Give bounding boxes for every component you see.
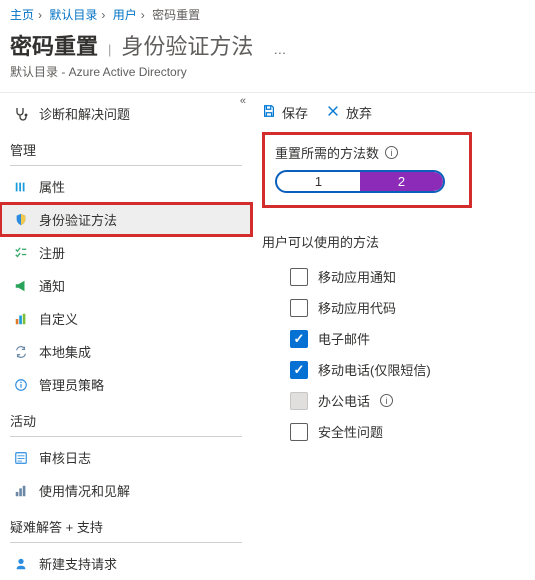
sync-icon <box>13 344 29 360</box>
section-activity: 活动 <box>0 401 252 434</box>
sidebar-item-label: 审核日志 <box>39 448 91 467</box>
method-row-app-notification[interactable]: 移动应用通知 <box>262 261 525 292</box>
sidebar-item-label: 注册 <box>39 243 65 262</box>
sidebar-item-auth-methods[interactable]: 身份验证方法 <box>0 203 252 236</box>
sidebar-item-label: 本地集成 <box>39 342 91 361</box>
crumb-dir[interactable]: 默认目录 <box>49 8 97 22</box>
sidebar-item-notifications[interactable]: 通知 <box>0 269 252 302</box>
stethoscope-icon <box>13 106 29 122</box>
sidebar-item-support[interactable]: 新建支持请求 <box>0 547 252 580</box>
save-icon <box>262 104 276 121</box>
section-manage: 管理 <box>0 130 252 163</box>
sidebar-item-label: 通知 <box>39 276 65 295</box>
sidebar-item-label: 属性 <box>39 177 65 196</box>
more-button[interactable]: … <box>273 42 286 57</box>
sidebar-item-label: 使用情况和见解 <box>39 481 130 500</box>
sidebar-item-label: 身份验证方法 <box>39 210 117 229</box>
sidebar-item-registration[interactable]: 注册 <box>0 236 252 269</box>
support-icon <box>13 556 29 572</box>
section-support: 疑难解答 + 支持 <box>0 507 252 540</box>
checklist-icon <box>13 245 29 261</box>
sidebar-item-customization[interactable]: 自定义 <box>0 302 252 335</box>
methods-option-1[interactable]: 1 <box>277 172 360 191</box>
crumb-home[interactable]: 主页 <box>10 8 34 22</box>
page-title: 密码重置 <box>10 29 98 61</box>
close-icon <box>326 104 340 121</box>
method-row-mobile[interactable]: 移动电话(仅限短信) <box>262 354 525 385</box>
sidebar-item-admin-policy[interactable]: 管理员策略 <box>0 368 252 401</box>
methods-option-2[interactable]: 2 <box>360 172 443 191</box>
methods-required-box: 重置所需的方法数 i 1 2 <box>262 132 472 208</box>
method-label: 办公电话 <box>318 391 370 410</box>
crumb-current: 密码重置 <box>152 8 200 22</box>
command-bar: 保存 放弃 <box>262 99 525 132</box>
sidebar: « 诊断和解决问题 管理 属性 身份验证方法 注册 <box>0 92 252 580</box>
method-label: 安全性问题 <box>318 422 383 441</box>
checkbox[interactable] <box>290 361 308 379</box>
sidebar-item-usage[interactable]: 使用情况和见解 <box>0 474 252 507</box>
method-row-security-questions[interactable]: 安全性问题 <box>262 416 525 447</box>
sidebar-item-onprem[interactable]: 本地集成 <box>0 335 252 368</box>
method-row-app-code[interactable]: 移动应用代码 <box>262 292 525 323</box>
sidebar-item-diagnose[interactable]: 诊断和解决问题 <box>0 97 252 130</box>
method-row-office-phone[interactable]: 办公电话 i <box>262 385 525 416</box>
sidebar-item-label: 诊断和解决问题 <box>39 104 130 123</box>
properties-icon <box>13 179 29 195</box>
save-label: 保存 <box>282 103 308 122</box>
sidebar-item-properties[interactable]: 属性 <box>0 170 252 203</box>
bars-icon <box>13 311 29 327</box>
shield-icon <box>13 212 29 228</box>
sidebar-item-label: 新建支持请求 <box>39 554 117 573</box>
methods-label: 重置所需的方法数 <box>275 143 379 162</box>
checkbox[interactable] <box>290 330 308 348</box>
checkbox[interactable] <box>290 268 308 286</box>
method-label: 移动应用通知 <box>318 267 396 286</box>
tenant-label: 默认目录 - Azure Active Directory <box>10 63 525 80</box>
checkbox[interactable] <box>290 299 308 317</box>
method-label: 电子邮件 <box>318 329 370 348</box>
insights-icon <box>13 483 29 499</box>
method-label: 移动应用代码 <box>318 298 396 317</box>
page-subtitle: 身份验证方法 <box>121 29 253 61</box>
discard-label: 放弃 <box>346 103 372 122</box>
method-row-email[interactable]: 电子邮件 <box>262 323 525 354</box>
method-label: 移动电话(仅限短信) <box>318 360 431 379</box>
info-icon <box>13 377 29 393</box>
info-icon[interactable]: i <box>380 394 393 407</box>
checkbox[interactable] <box>290 423 308 441</box>
sidebar-item-audit[interactable]: 审核日志 <box>0 441 252 474</box>
available-methods-label: 用户可以使用的方法 <box>262 232 525 251</box>
main-pane: 保存 放弃 重置所需的方法数 i 1 2 用户可以使用的方法 移动应用通知 <box>252 92 535 580</box>
save-button[interactable]: 保存 <box>262 103 308 122</box>
discard-button[interactable]: 放弃 <box>326 103 372 122</box>
collapse-sidebar-button[interactable]: « <box>240 95 246 107</box>
sidebar-item-label: 管理员策略 <box>39 375 104 394</box>
sidebar-item-label: 自定义 <box>39 309 78 328</box>
log-icon <box>13 450 29 466</box>
megaphone-icon <box>13 278 29 294</box>
info-icon[interactable]: i <box>385 146 398 159</box>
breadcrumb: 主页› 默认目录› 用户› 密码重置 <box>0 0 535 27</box>
methods-count-toggle[interactable]: 1 2 <box>275 170 445 193</box>
checkbox <box>290 392 308 410</box>
page-header: 密码重置 | 身份验证方法 … 默认目录 - Azure Active Dire… <box>0 27 535 82</box>
crumb-users[interactable]: 用户 <box>113 8 137 22</box>
